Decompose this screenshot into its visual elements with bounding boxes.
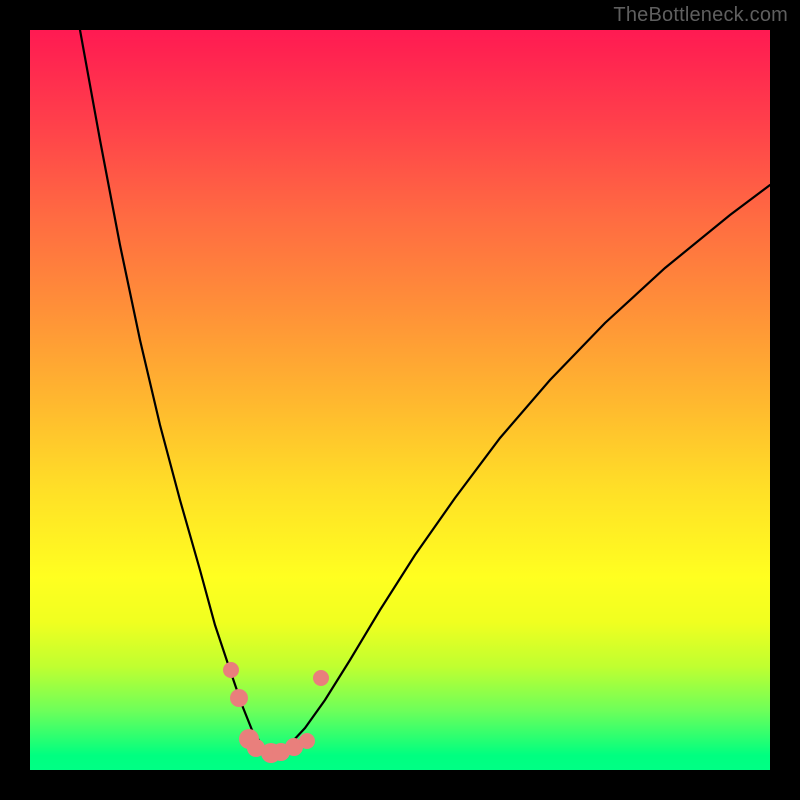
marker-pt1 [223,662,239,678]
chart-frame: TheBottleneck.com [0,0,800,800]
marker-pt8 [299,733,315,749]
bottleneck-curve [80,30,770,752]
chart-plot-area [30,30,770,770]
curve-group [80,30,770,752]
markers-group [223,662,329,763]
chart-svg [30,30,770,770]
marker-pt9 [313,670,329,686]
watermark-text: TheBottleneck.com [613,4,788,27]
marker-pt2 [230,689,248,707]
